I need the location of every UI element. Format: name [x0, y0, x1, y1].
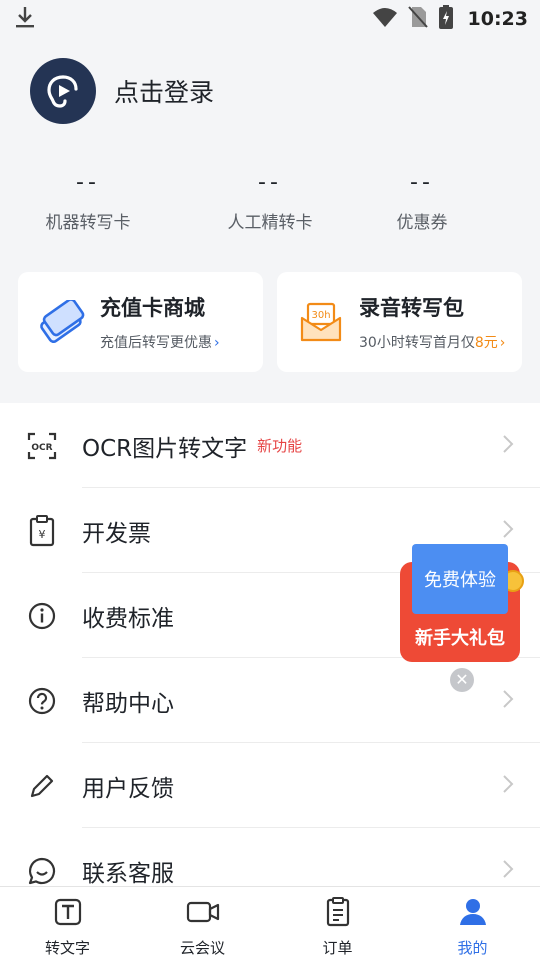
menu-label: 帮助中心 [82, 690, 174, 717]
chevron-right-icon [502, 434, 514, 458]
menu-label: 收费标准 [82, 605, 174, 632]
chevron-right-icon [502, 859, 514, 883]
tab-label: 订单 [322, 939, 353, 957]
recording-package-card[interactable]: 30h 录音转写包 30小时转写首月仅8元 › [277, 272, 522, 372]
text-icon [53, 897, 83, 931]
recharge-card-store[interactable]: 充值卡商城 充值后转写更优惠 › [18, 272, 263, 372]
login-text[interactable]: 点击登录 [114, 73, 214, 109]
cards-icon [34, 300, 90, 344]
tab-orders[interactable]: 订单 [270, 887, 405, 960]
help-icon [22, 686, 62, 716]
stat-machine-card[interactable]: -- 机器转写卡 [0, 170, 176, 233]
account-stats: -- 机器转写卡 -- 人工精转卡 -- 优惠券 [0, 170, 540, 233]
avatar[interactable] [30, 58, 96, 124]
new-feature-badge: 新功能 [257, 437, 303, 455]
stat-value: -- [76, 170, 100, 195]
login-area[interactable]: 点击登录 [30, 58, 214, 124]
svg-text:30h: 30h [311, 310, 330, 321]
ocr-icon: OCR [22, 431, 62, 461]
chevron-right-icon: › [214, 335, 220, 351]
gift-text: 新手大礼包 [415, 628, 505, 649]
status-time: 10:23 [467, 8, 528, 30]
chevron-right-icon [502, 774, 514, 798]
stat-label: 人工精转卡 [227, 213, 313, 233]
download-icon [14, 5, 36, 33]
info-icon [22, 601, 62, 631]
stat-coupon[interactable]: -- 优惠券 [334, 170, 510, 233]
card-title: 充值卡商城 [100, 296, 205, 320]
menu-label: 开发票 [82, 520, 151, 547]
wifi-icon [372, 6, 398, 32]
chevron-right-icon [502, 519, 514, 543]
menu-label: OCR图片转文字 [82, 435, 248, 462]
stat-value: -- [258, 170, 282, 195]
tab-mine[interactable]: 我的 [405, 887, 540, 960]
stat-label: 机器转写卡 [45, 213, 131, 233]
video-icon [186, 897, 220, 931]
user-icon [458, 897, 488, 931]
menu-label: 用户反馈 [82, 775, 174, 802]
bottom-tab-bar: 转文字 云会议 订单 我的 [0, 886, 540, 960]
menu-item-feedback[interactable]: 用户反馈 [0, 743, 540, 828]
stat-label: 优惠券 [396, 213, 448, 233]
stat-manual-card[interactable]: -- 人工精转卡 [182, 170, 358, 233]
close-icon[interactable]: ✕ [450, 668, 474, 692]
tab-cloud-meeting[interactable]: 云会议 [135, 887, 270, 960]
chevron-right-icon [502, 689, 514, 713]
tab-label: 转文字 [44, 939, 90, 957]
promo-ticket[interactable]: 免费体验 [412, 544, 508, 614]
price-highlight: 8元 [474, 335, 498, 351]
tab-transcribe[interactable]: 转文字 [0, 887, 135, 960]
menu-item-customer-service[interactable]: 联系客服 [0, 828, 540, 886]
no-sim-icon [407, 5, 428, 33]
tab-label: 云会议 [179, 939, 225, 957]
invoice-icon: ¥ [22, 514, 62, 547]
status-bar: 10:23 [0, 0, 540, 38]
stat-value: -- [410, 170, 434, 195]
clipboard-icon [323, 897, 353, 931]
menu-item-ocr[interactable]: OCR OCR图片转文字 新功能 [0, 403, 540, 488]
card-subtitle: 30小时转写首月仅8元 › [359, 335, 506, 351]
ticket-text: 免费体验 [424, 570, 496, 591]
card-subtitle: 充值后转写更优惠 › [100, 335, 220, 351]
pencil-icon [22, 771, 62, 801]
card-title: 录音转写包 [359, 296, 464, 320]
chevron-right-icon: › [499, 335, 506, 351]
chat-icon [22, 856, 62, 886]
battery-charging-icon [438, 4, 454, 34]
menu-label: 联系客服 [82, 860, 174, 887]
svg-text:¥: ¥ [39, 528, 46, 541]
envelope-30h-icon: 30h [293, 300, 349, 344]
tab-label: 我的 [457, 939, 488, 957]
svg-text:OCR: OCR [31, 443, 52, 453]
ear-play-icon [47, 75, 78, 108]
newbie-gift-promo[interactable]: 免费体验 新手大礼包 [400, 544, 524, 662]
